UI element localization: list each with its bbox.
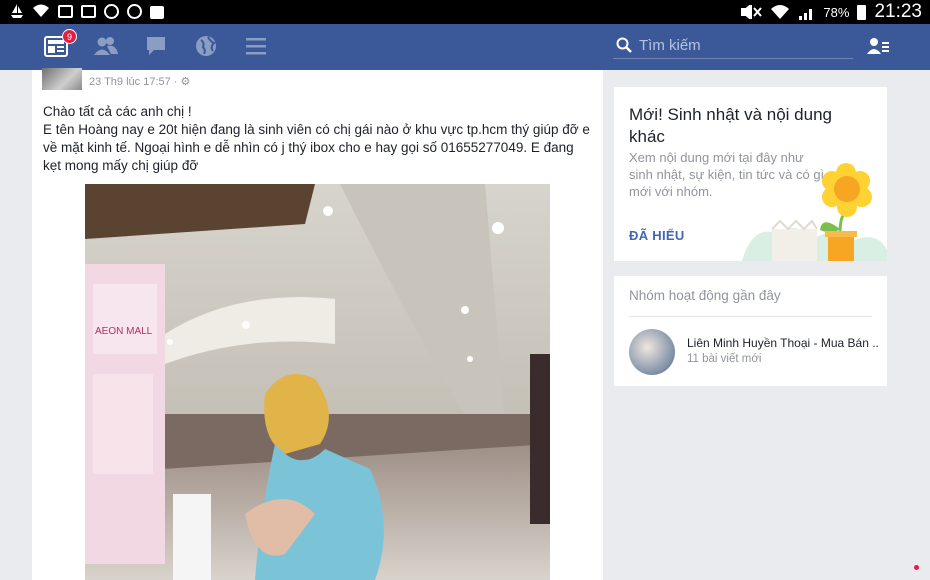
clock: 21:23	[874, 1, 922, 22]
post-timestamp[interactable]: 23 Th9 lúc 17:57 · ⚙	[89, 75, 190, 88]
group-new-posts: 11 bài viết mới	[687, 353, 762, 365]
post-photo[interactable]: AEON MALL	[85, 184, 550, 580]
mall-photo: AEON MALL	[85, 184, 550, 580]
wifi-notification-icon	[33, 4, 49, 17]
search-box[interactable]	[613, 33, 853, 59]
battery-percent: 78%	[823, 4, 850, 20]
mail-icon	[58, 5, 73, 18]
wifi-icon	[771, 5, 790, 19]
notification-badge: 9	[62, 29, 77, 44]
status-bar: 78% 21:23	[0, 0, 930, 24]
news-feed-button[interactable]: 9	[44, 29, 77, 58]
status-bar-notifications	[10, 3, 164, 19]
store-icon	[150, 5, 164, 19]
divider	[629, 316, 872, 317]
post-body: Chào tất cả các anh chị ! E tên Hoàng na…	[43, 103, 593, 175]
post-author-avatar[interactable]	[42, 68, 82, 90]
status-bar-system: 78% 21:23	[741, 2, 922, 22]
search-input[interactable]	[639, 33, 849, 58]
post-text-line: Chào tất cả các anh chị !	[43, 104, 192, 119]
menu-button[interactable]	[244, 34, 270, 58]
chat-bubble-icon	[147, 37, 165, 55]
battery-icon	[857, 4, 867, 20]
flower-illustration	[742, 163, 887, 261]
search-underline	[613, 58, 853, 59]
sync-icon	[104, 3, 119, 19]
boat-icon	[11, 4, 23, 18]
signal-icon	[799, 9, 813, 20]
friend-requests-button[interactable]	[93, 34, 119, 58]
group-list-item[interactable]: Liên Minh Huyền Thoại - Mua Bán ... 11 b…	[629, 327, 879, 377]
birthday-promo-card: Mới! Sinh nhật và nội dung khác Xem nội …	[614, 87, 887, 261]
globe-icon	[196, 36, 216, 56]
post-text-line: E tên Hoàng nay e 20t hiện đang là sinh …	[43, 122, 590, 173]
hamburger-icon	[246, 38, 266, 55]
mute-icon	[741, 5, 763, 19]
facebook-top-bar: 9	[0, 24, 930, 70]
aeon-mall-sign: AEON MALL	[95, 326, 153, 337]
notifications-button[interactable]	[194, 34, 220, 58]
recent-groups-card: Nhóm hoạt động gần đây Liên Minh Huyền T…	[614, 276, 887, 386]
group-name: Liên Minh Huyền Thoại - Mua Bán ...	[687, 336, 879, 350]
feed-post: 23 Th9 lúc 17:57 · ⚙ Chào tất cả các anh…	[32, 68, 603, 580]
check-circle-icon	[127, 3, 142, 19]
group-avatar	[629, 329, 675, 375]
indicator-dot	[914, 565, 919, 570]
got-it-button[interactable]: ĐÃ HIỂU	[629, 228, 685, 243]
contacts-icon	[867, 38, 889, 54]
groups-header: Nhóm hoạt động gần đây	[629, 288, 781, 303]
search-icon	[616, 37, 632, 53]
promo-title: Mới! Sinh nhật và nội dung khác	[629, 105, 832, 146]
photo-icon	[81, 5, 96, 18]
messages-button[interactable]	[144, 34, 170, 58]
friends-icon	[94, 37, 118, 55]
contacts-button[interactable]	[866, 34, 892, 58]
